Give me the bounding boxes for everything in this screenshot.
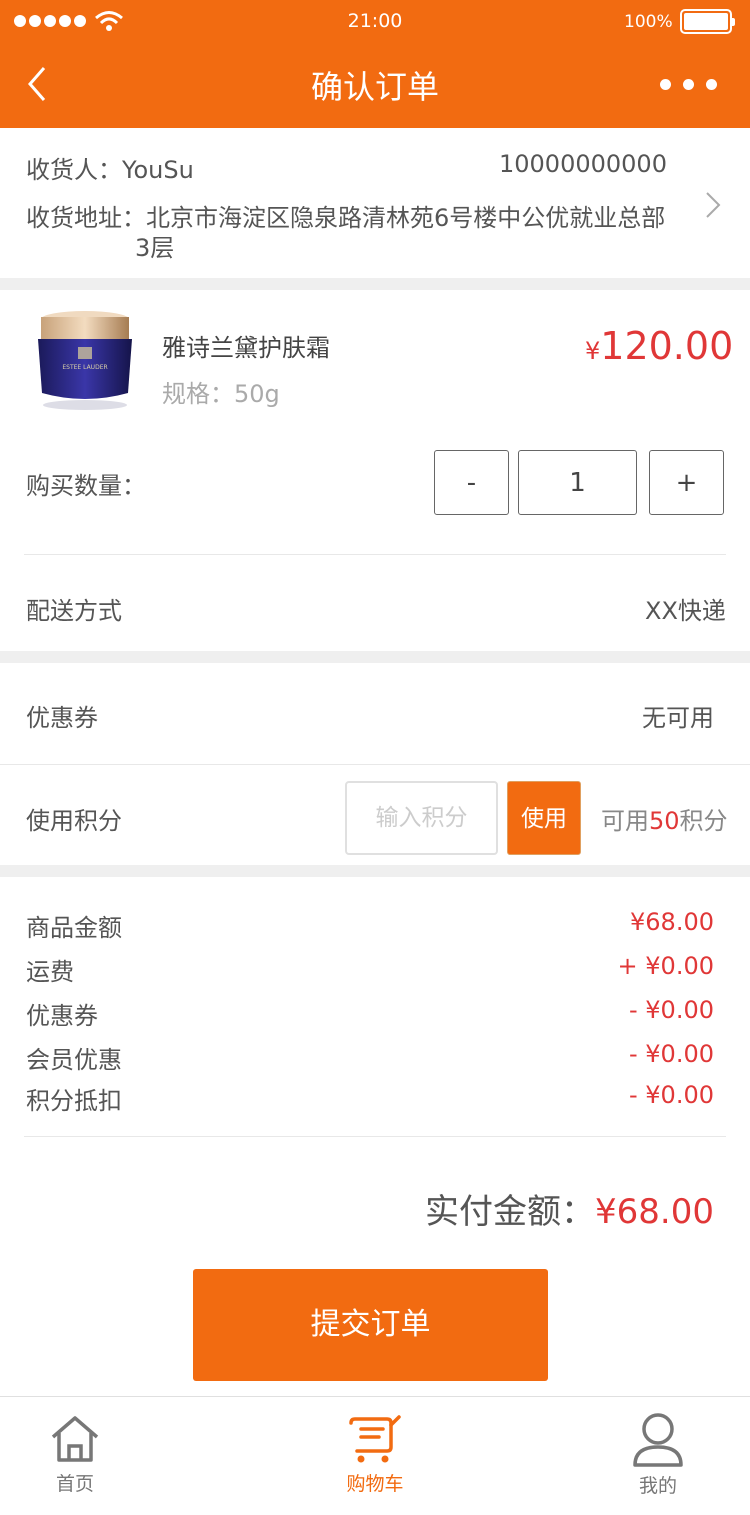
price-value: 120.00 xyxy=(600,324,734,368)
battery-icon xyxy=(680,9,735,34)
section-gap xyxy=(0,651,750,663)
status-bar: 21:00 100% xyxy=(0,0,750,44)
address-line2: 3层 xyxy=(135,234,175,262)
tab-mine[interactable]: 我的 xyxy=(608,1411,708,1498)
address-row: 收货地址：北京市海淀区隐泉路清林苑6号楼中公优就业总部 xyxy=(26,198,665,233)
user-icon xyxy=(633,1413,683,1467)
delivery-label: 配送方式 xyxy=(26,597,122,625)
quantity-minus-button[interactable]: - xyxy=(434,450,509,515)
battery-percent: 100% xyxy=(624,12,673,32)
summary-label-coupon: 优惠券 xyxy=(26,1002,98,1030)
divider xyxy=(24,554,726,555)
coupon-label: 优惠券 xyxy=(26,704,98,732)
summary-value-member: - ¥0.00 xyxy=(629,1040,714,1068)
product-name: 雅诗兰黛护肤霜 xyxy=(162,334,330,362)
receiver-name: YouSu xyxy=(122,156,194,184)
tab-bar: 首页 购物车 我的 xyxy=(0,1396,750,1515)
product-spec: 规格：50g xyxy=(162,380,280,408)
summary-label-goods: 商品金额 xyxy=(26,914,122,942)
points-label: 使用积分 xyxy=(26,807,122,835)
summary-value-goods: ¥68.00 xyxy=(630,908,714,936)
summary-label-points: 积分抵扣 xyxy=(26,1087,122,1115)
tab-mine-label: 我的 xyxy=(638,1475,677,1497)
points-available-prefix: 可用 xyxy=(601,807,649,835)
cart-icon xyxy=(349,1415,401,1463)
quantity-label: 购买数量： xyxy=(26,472,146,500)
quantity-input[interactable]: 1 xyxy=(518,450,637,515)
divider xyxy=(0,764,750,765)
points-available: 可用50积分 xyxy=(601,801,728,836)
product-brand-text: ESTEE LAUDER xyxy=(62,364,107,371)
submit-order-button[interactable]: 提交订单 xyxy=(193,1269,548,1381)
address-label: 收货地址： xyxy=(26,204,146,232)
tab-cart-label: 购物车 xyxy=(346,1473,404,1495)
summary-label-shipping: 运费 xyxy=(26,958,74,986)
divider xyxy=(24,1136,726,1137)
product-price: ¥120.00 xyxy=(585,324,733,368)
receiver-row: 收货人：YouSu xyxy=(26,150,194,185)
address-line1: 北京市海淀区隐泉路清林苑6号楼中公优就业总部 xyxy=(146,204,666,232)
points-available-value: 50 xyxy=(649,807,680,835)
summary-value-points: - ¥0.00 xyxy=(629,1081,714,1109)
price-currency: ¥ xyxy=(585,337,601,365)
tab-home-label: 首页 xyxy=(55,1473,94,1495)
total-value: ¥68.00 xyxy=(595,1192,714,1232)
chevron-right-icon xyxy=(706,192,721,218)
delivery-value[interactable]: XX快递 xyxy=(645,591,726,626)
product-image: ESTEE LAUDER xyxy=(38,311,132,410)
points-available-suffix: 积分 xyxy=(679,807,728,835)
coupon-value[interactable]: 无可用 xyxy=(642,698,714,733)
tab-cart[interactable]: 购物车 xyxy=(325,1413,425,1496)
summary-label-member: 会员优惠 xyxy=(26,1046,122,1074)
summary-value-coupon: - ¥0.00 xyxy=(629,996,714,1024)
summary-value-shipping: + ¥0.00 xyxy=(617,952,714,980)
home-icon xyxy=(51,1416,99,1462)
total-label: 实付金额： xyxy=(425,1192,596,1232)
total-row: 实付金额：¥68.00 xyxy=(425,1184,714,1233)
page-title: 确认订单 xyxy=(310,68,439,106)
more-icon[interactable] xyxy=(660,79,717,90)
points-input[interactable]: 输入积分 xyxy=(345,781,498,855)
use-points-button[interactable]: 使用 xyxy=(507,781,581,855)
quantity-plus-button[interactable]: + xyxy=(649,450,724,515)
address-section[interactable]: 收货人：YouSu 10000000000 收货地址：北京市海淀区隐泉路清林苑6… xyxy=(0,128,750,278)
receiver-label: 收货人： xyxy=(26,156,122,184)
receiver-phone: 10000000000 xyxy=(499,150,667,178)
header-bar: 21:00 100% 确认订单 xyxy=(0,0,750,128)
section-gap xyxy=(0,278,750,290)
section-gap xyxy=(0,865,750,877)
tab-home[interactable]: 首页 xyxy=(25,1413,125,1496)
